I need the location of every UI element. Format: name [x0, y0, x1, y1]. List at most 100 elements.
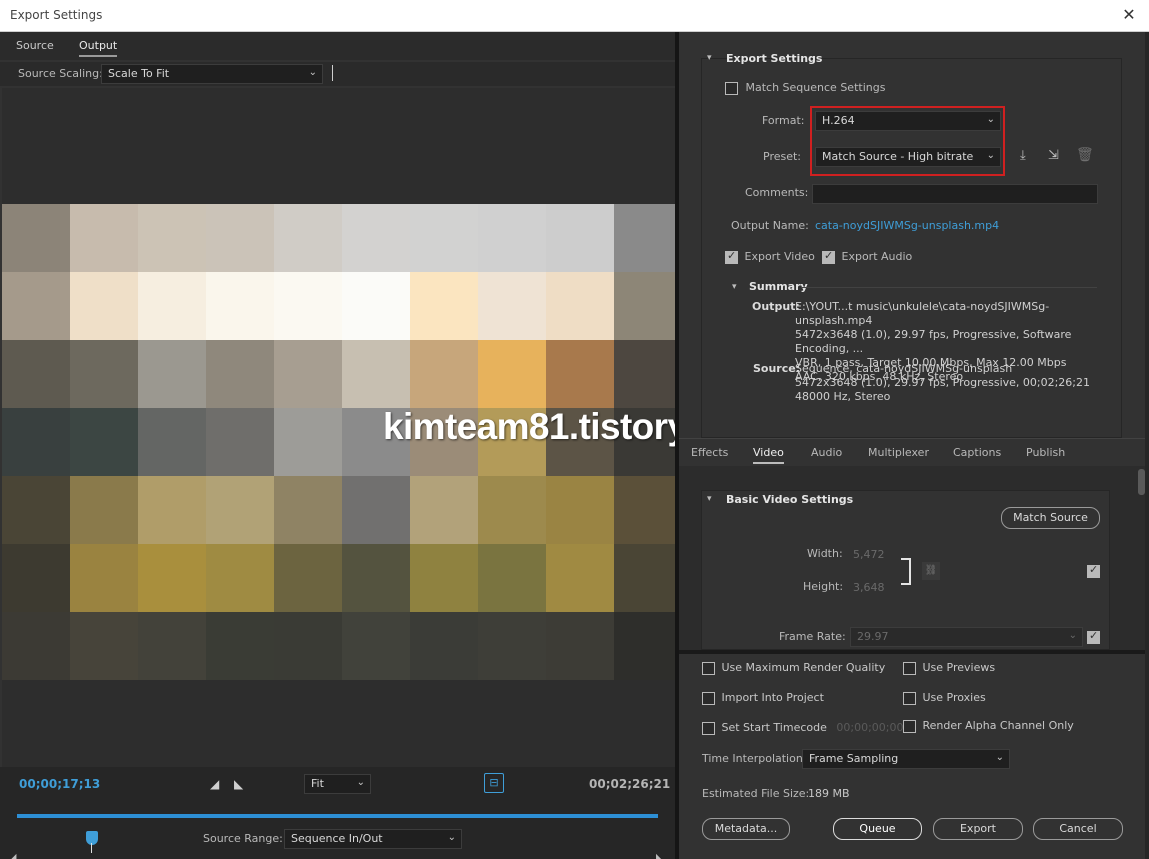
export-settings-heading: Export Settings [726, 52, 823, 65]
timeline-range-bar[interactable] [17, 814, 658, 818]
aspect-ratio-icon[interactable]: ⊟ [484, 773, 504, 793]
metadata-button[interactable]: Metadata... [702, 818, 790, 840]
preview-pixel [546, 476, 614, 544]
preview-pixel [138, 476, 206, 544]
frame-rate-select[interactable]: 29.97 ⌄ [850, 627, 1083, 647]
preview-pixel [274, 612, 342, 680]
preset-select[interactable]: Match Source - High bitrate ⌄ [815, 147, 1001, 167]
export-button[interactable]: Export [933, 818, 1023, 840]
frame-rate-checkbox[interactable] [1087, 629, 1100, 644]
start-timecode-checkbox[interactable] [702, 721, 715, 735]
import-project-checkbox[interactable] [702, 691, 715, 705]
close-icon[interactable]: ✕ [1119, 5, 1139, 25]
import-project-row[interactable]: Import Into Project [702, 691, 824, 705]
link-icon[interactable]: ⛓ [922, 562, 940, 580]
source-scaling-select[interactable]: Scale To Fit ⌄ [101, 64, 323, 84]
save-preset-icon[interactable]: ⤓ [1020, 148, 1026, 163]
preview-pixel [70, 408, 138, 476]
width-height-checkbox[interactable] [1087, 563, 1100, 578]
cancel-button[interactable]: Cancel [1033, 818, 1123, 840]
preview-pixel [138, 612, 206, 680]
width-value[interactable]: 5,472 [853, 548, 885, 561]
queue-button[interactable]: Queue [833, 818, 922, 840]
use-max-render-checkbox[interactable] [702, 661, 715, 675]
comments-input[interactable] [812, 184, 1098, 204]
format-select[interactable]: H.264 ⌄ [815, 111, 1001, 131]
preview-pixel [206, 204, 274, 272]
summary-output-line: 5472x3648 (1.0), 29.97 fps, Progressive,… [795, 328, 1072, 355]
match-sequence-label: Match Sequence Settings [745, 81, 886, 94]
output-name-link[interactable]: cata-noydSJIWMSg-unsplash.mp4 [815, 219, 999, 232]
summary-source-line: 48000 Hz, Stereo [795, 390, 891, 403]
use-proxies-label: Use Proxies [922, 691, 986, 704]
use-previews-checkbox[interactable] [903, 661, 916, 675]
match-source-button[interactable]: Match Source [1001, 507, 1100, 529]
tab-captions[interactable]: Captions [953, 446, 1001, 459]
divider [332, 65, 333, 81]
tab-audio[interactable]: Audio [811, 446, 842, 459]
out-point-icon[interactable]: ◣ [656, 851, 664, 859]
use-max-render-row[interactable]: Use Maximum Render Quality [702, 661, 885, 675]
export-video-row[interactable]: Export Video [725, 249, 815, 264]
delete-preset-icon[interactable]: 🗑 [1076, 147, 1094, 163]
import-preset-icon[interactable]: ⇲ [1048, 148, 1059, 163]
mark-in-icon[interactable]: ◢ [210, 777, 219, 791]
chevron-down-icon: ⌄ [356, 777, 365, 788]
window-title: Export Settings [10, 8, 103, 22]
background-edge [1145, 32, 1149, 859]
preview-pixel [478, 544, 546, 612]
tab-effects[interactable]: Effects [691, 446, 728, 459]
tab-output[interactable]: Output [79, 39, 118, 57]
preview-pixel [478, 612, 546, 680]
use-previews-row[interactable]: Use Previews [903, 661, 995, 675]
zoom-value: Fit [311, 777, 324, 790]
chevron-down-icon[interactable]: ▾ [732, 282, 737, 292]
preview-pixel [546, 544, 614, 612]
playhead-handle[interactable] [86, 831, 98, 845]
tab-publish[interactable]: Publish [1026, 446, 1065, 459]
export-audio-checkbox[interactable] [822, 249, 835, 264]
scrollbar-thumb[interactable] [1138, 469, 1145, 495]
use-proxies-row[interactable]: Use Proxies [903, 691, 986, 705]
current-timecode[interactable]: 00;00;17;13 [19, 777, 100, 791]
match-sequence-row[interactable]: Match Sequence Settings [725, 81, 885, 95]
start-timecode-row[interactable]: Set Start Timecode 00;00;00;00 [702, 721, 904, 735]
time-interpolation-select[interactable]: Frame Sampling ⌄ [802, 749, 1010, 769]
chevron-down-icon[interactable]: ▾ [707, 53, 712, 63]
zoom-select[interactable]: Fit ⌄ [304, 774, 371, 794]
tab-multiplexer[interactable]: Multiplexer [868, 446, 929, 459]
source-scaling-row: Source Scaling: Scale To Fit ⌄ [0, 62, 675, 86]
preview-pixel [478, 340, 546, 408]
start-timecode-label: Set Start Timecode [721, 721, 827, 734]
match-sequence-checkbox[interactable] [725, 81, 738, 95]
preview-pixel [70, 340, 138, 408]
export-video-label: Export Video [744, 250, 815, 263]
tab-video[interactable]: Video [753, 446, 784, 464]
height-value[interactable]: 3,648 [853, 581, 885, 594]
in-point-icon[interactable]: ◢ [8, 851, 16, 859]
source-range-select[interactable]: Sequence In/Out ⌄ [284, 829, 462, 849]
preview-pixel [206, 340, 274, 408]
use-proxies-checkbox[interactable] [903, 691, 916, 705]
source-scaling-value: Scale To Fit [108, 67, 170, 80]
chevron-down-icon[interactable]: ▾ [707, 494, 712, 504]
preview-pixel [70, 612, 138, 680]
width-height-override[interactable] [1087, 563, 1100, 578]
render-alpha-label: Render Alpha Channel Only [922, 719, 1074, 732]
tab-source[interactable]: Source [16, 39, 54, 52]
preview-pixel [206, 476, 274, 544]
export-video-checkbox[interactable] [725, 249, 738, 264]
frame-rate-override[interactable] [1087, 629, 1100, 644]
estimated-size-label: Estimated File Size: [702, 787, 810, 800]
preview-pixel [138, 340, 206, 408]
preview-pixel [138, 544, 206, 612]
render-alpha-row[interactable]: Render Alpha Channel Only [903, 719, 1074, 733]
preview-pixel [410, 204, 478, 272]
render-alpha-checkbox[interactable] [903, 719, 916, 733]
mark-out-icon[interactable]: ◣ [234, 777, 243, 791]
preview-pixel [614, 272, 675, 340]
export-audio-row[interactable]: Export Audio [822, 249, 912, 264]
preview-pixel [342, 340, 410, 408]
preview-pixel [478, 204, 546, 272]
end-timecode: 00;02;26;21 [589, 777, 671, 791]
